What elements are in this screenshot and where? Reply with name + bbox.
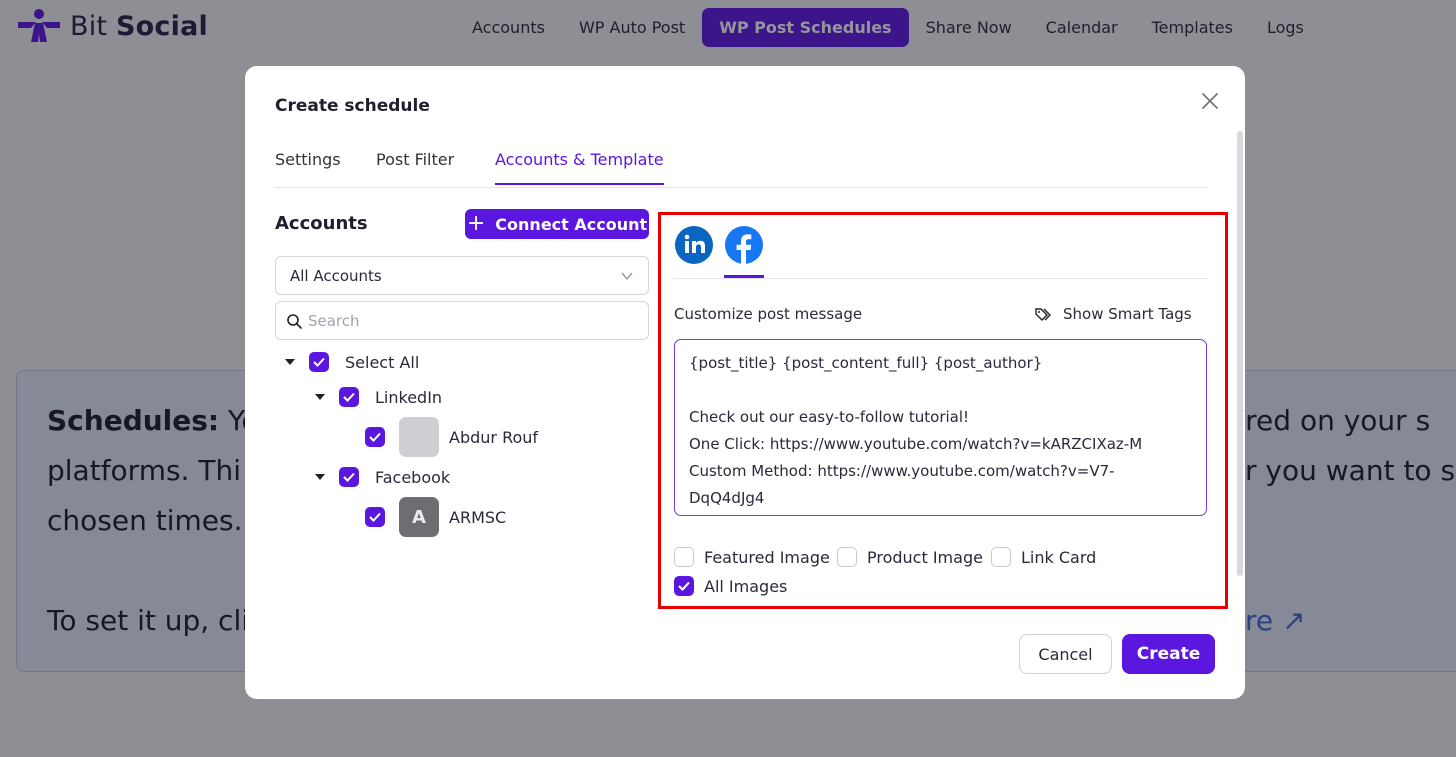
check-icon bbox=[343, 472, 355, 482]
account-name: Abdur Rouf bbox=[449, 427, 539, 447]
featured-image-checkbox[interactable] bbox=[674, 547, 694, 567]
check-icon bbox=[369, 432, 381, 442]
all-images-checkbox[interactable] bbox=[674, 576, 694, 596]
all-images-label: All Images bbox=[704, 576, 788, 596]
check-icon bbox=[313, 357, 325, 367]
platform-tabs bbox=[673, 226, 1208, 279]
option-link-card[interactable]: Link Card bbox=[991, 547, 1096, 567]
check-icon bbox=[678, 581, 690, 591]
close-icon[interactable] bbox=[1199, 90, 1221, 112]
facebook-group-checkbox[interactable] bbox=[339, 467, 359, 487]
select-all-row[interactable]: Select All bbox=[285, 352, 419, 372]
account-checkbox[interactable] bbox=[365, 427, 385, 447]
plus-icon: + bbox=[466, 211, 486, 236]
search-icon bbox=[287, 314, 302, 329]
select-all-label: Select All bbox=[345, 352, 420, 372]
create-schedule-modal: Create schedule Settings Post Filter Acc… bbox=[245, 66, 1245, 699]
group-label-linkedin: LinkedIn bbox=[375, 387, 443, 407]
group-row-linkedin[interactable]: LinkedIn bbox=[315, 387, 442, 407]
chevron-down-icon bbox=[621, 272, 633, 281]
check-icon bbox=[369, 512, 381, 522]
connect-account-button[interactable]: + Connect Account bbox=[465, 209, 649, 239]
tab-post-filter[interactable]: Post Filter bbox=[376, 150, 454, 183]
caret-down-icon[interactable] bbox=[315, 474, 325, 480]
accounts-search bbox=[275, 301, 649, 340]
caret-down-icon[interactable] bbox=[285, 359, 295, 365]
tag-icon bbox=[1035, 308, 1051, 321]
option-featured-image[interactable]: Featured Image bbox=[674, 547, 830, 567]
accounts-heading: Accounts bbox=[275, 213, 368, 234]
account-row-abdur-rouf[interactable]: Abdur Rouf bbox=[365, 417, 538, 457]
show-smart-tags-label: Show Smart Tags bbox=[1063, 305, 1192, 323]
customize-message-label: Customize post message bbox=[674, 305, 863, 323]
account-name: ARMSC bbox=[449, 507, 507, 527]
modal-scrollbar[interactable] bbox=[1237, 131, 1243, 576]
cancel-button[interactable]: Cancel bbox=[1019, 634, 1112, 674]
check-icon bbox=[343, 392, 355, 402]
account-row-armsc[interactable]: A ARMSC bbox=[365, 497, 506, 537]
post-message-textarea[interactable]: {post_title} {post_content_full} {post_a… bbox=[674, 339, 1207, 516]
active-platform-indicator bbox=[724, 275, 764, 278]
caret-down-icon[interactable] bbox=[315, 394, 325, 400]
connect-account-label: Connect Account bbox=[495, 214, 648, 234]
modal-tabs: Settings Post Filter Accounts & Template bbox=[275, 138, 1208, 188]
avatar bbox=[399, 417, 439, 457]
linkedin-group-checkbox[interactable] bbox=[339, 387, 359, 407]
featured-image-label: Featured Image bbox=[704, 547, 830, 567]
show-smart-tags-button[interactable]: Show Smart Tags bbox=[1035, 305, 1192, 323]
option-product-image[interactable]: Product Image bbox=[837, 547, 983, 567]
create-button[interactable]: Create bbox=[1122, 634, 1215, 674]
group-row-facebook[interactable]: Facebook bbox=[315, 467, 450, 487]
option-all-images[interactable]: All Images bbox=[674, 576, 787, 596]
facebook-icon[interactable] bbox=[725, 226, 763, 264]
avatar: A bbox=[399, 497, 439, 537]
linkedin-icon[interactable] bbox=[675, 226, 713, 264]
link-card-checkbox[interactable] bbox=[991, 547, 1011, 567]
accounts-filter-value: All Accounts bbox=[290, 267, 382, 285]
tab-accounts-template[interactable]: Accounts & Template bbox=[495, 150, 664, 185]
product-image-label: Product Image bbox=[867, 547, 983, 567]
link-card-label: Link Card bbox=[1021, 547, 1097, 567]
group-label-facebook: Facebook bbox=[375, 467, 451, 487]
account-checkbox[interactable] bbox=[365, 507, 385, 527]
tab-settings[interactable]: Settings bbox=[275, 150, 341, 183]
accounts-filter-select[interactable]: All Accounts bbox=[275, 256, 649, 295]
product-image-checkbox[interactable] bbox=[837, 547, 857, 567]
select-all-checkbox[interactable] bbox=[309, 352, 329, 372]
accounts-search-input[interactable] bbox=[308, 310, 628, 332]
modal-title: Create schedule bbox=[275, 96, 430, 116]
